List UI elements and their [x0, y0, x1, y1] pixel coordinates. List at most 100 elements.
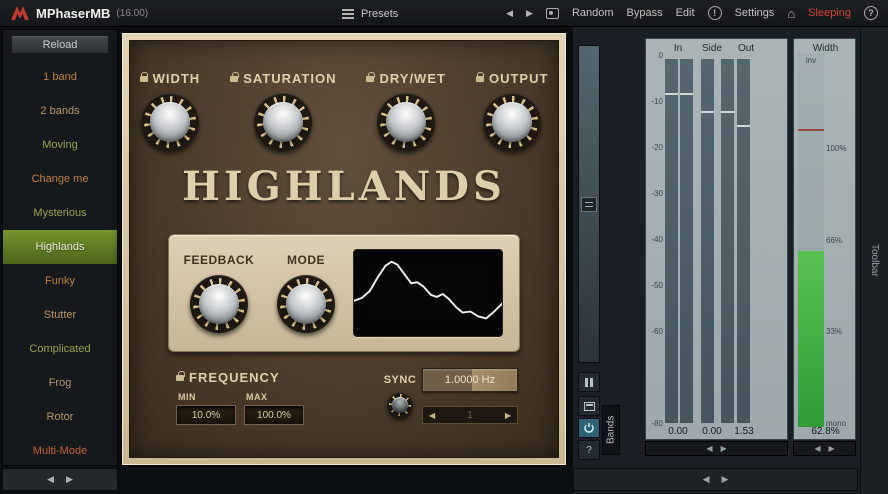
- brand[interactable]: MPhaserMB (16.00): [10, 5, 148, 21]
- next-preset-button[interactable]: ▶: [526, 8, 533, 19]
- preset-item-frog[interactable]: Frog: [3, 366, 117, 400]
- lock-icon[interactable]: [176, 375, 184, 381]
- max-label: MAX: [246, 392, 304, 402]
- preset-item-stutter[interactable]: Stutter: [3, 298, 117, 332]
- melda-logo-icon: [10, 5, 30, 21]
- scale-label: -50: [646, 282, 663, 290]
- pager-right-icon[interactable]: ▶: [722, 474, 729, 485]
- popup-window-button[interactable]: [578, 396, 600, 416]
- output-knob[interactable]: [483, 93, 541, 151]
- preset-item-2-bands[interactable]: 2 bands: [3, 94, 117, 128]
- scale-label: -40: [646, 236, 663, 244]
- peak-marker: [701, 111, 714, 113]
- preset-image-icon[interactable]: [546, 8, 559, 19]
- preset-item-multi-mode[interactable]: Multi-Mode: [3, 434, 117, 468]
- out-header: Out: [728, 43, 764, 54]
- mode-knob-label: MODE: [287, 253, 325, 267]
- preset-item-moving[interactable]: Moving: [3, 128, 117, 162]
- width-scrollbar[interactable]: ◀ ▶: [793, 441, 856, 456]
- lock-icon[interactable]: [230, 76, 238, 82]
- meter-help-button[interactable]: ?: [578, 440, 600, 460]
- bypass-button[interactable]: Bypass: [627, 7, 663, 19]
- frequency-max-value[interactable]: 100.0%: [244, 405, 304, 425]
- preset-item-complicated[interactable]: Complicated: [3, 332, 117, 366]
- width-knob-label: WIDTH: [153, 71, 201, 86]
- preset-item-highlands[interactable]: Highlands: [3, 230, 117, 264]
- peak-marker: [665, 93, 678, 95]
- mode-knob[interactable]: [277, 275, 335, 333]
- out-right-meter: [737, 59, 750, 423]
- app-title: MPhaserMB: [36, 6, 110, 21]
- pause-button[interactable]: [578, 372, 600, 392]
- random-button[interactable]: Random: [572, 7, 614, 19]
- previous-preset-button[interactable]: ◀: [506, 8, 513, 19]
- pager-right-icon[interactable]: ▶: [66, 474, 73, 485]
- info-icon[interactable]: !: [708, 6, 722, 20]
- scroll-right-icon[interactable]: ▶: [829, 444, 835, 453]
- frequency-min-value[interactable]: 10.0%: [176, 405, 236, 425]
- panel-pager[interactable]: ◀ ▶: [573, 468, 858, 491]
- width-knob-group: WIDTH: [140, 71, 201, 151]
- meter-scrollbar[interactable]: ◀ ▶: [645, 441, 788, 456]
- preset-item-mysterious[interactable]: Mysterious: [3, 196, 117, 230]
- sync-knob[interactable]: [387, 392, 413, 418]
- bands-tab[interactable]: Bands: [602, 405, 620, 455]
- level-meters: In Side Out 0 -10 -20 -30 -40 -50 -60 -8…: [645, 38, 788, 440]
- scroll-right-icon[interactable]: ▶: [721, 444, 727, 453]
- lock-icon[interactable]: [476, 76, 484, 82]
- min-label: MIN: [178, 392, 236, 402]
- edit-button[interactable]: Edit: [676, 7, 695, 19]
- feedback-knob[interactable]: [190, 275, 248, 333]
- width-readout: 62.8%: [794, 426, 857, 437]
- power-button[interactable]: [578, 418, 600, 438]
- settings-button[interactable]: Settings: [735, 7, 775, 19]
- display-mode-icon[interactable]: [581, 197, 597, 212]
- width-meter-bar: [798, 53, 824, 427]
- sidebar-pager[interactable]: ◀ ▶: [2, 468, 118, 491]
- drywet-knob-group: DRY/WET: [366, 71, 445, 151]
- scale-label: -60: [646, 328, 663, 336]
- menu-icon: [342, 9, 354, 19]
- toolbar-tab[interactable]: Toolbar: [860, 27, 888, 494]
- pause-icon: [585, 378, 593, 387]
- sleeping-status[interactable]: Sleeping: [808, 7, 851, 19]
- pager-left-icon[interactable]: ◀: [47, 474, 54, 485]
- out-readout: 1.53: [724, 426, 764, 437]
- band-editor-panel: WIDTH SATURATION DRY/WET OUTPUT HIGHLAND…: [121, 32, 567, 466]
- reload-button[interactable]: Reload: [11, 35, 109, 54]
- peak-marker: [737, 125, 750, 127]
- frequency-min-group: MIN 10.0%: [176, 392, 236, 425]
- saturation-knob[interactable]: [254, 93, 312, 151]
- power-icon: [583, 422, 595, 434]
- width-knob[interactable]: [141, 93, 199, 151]
- preset-item-funky[interactable]: Funky: [3, 264, 117, 298]
- shape-display[interactable]: [353, 249, 503, 337]
- window-icon: [584, 402, 595, 411]
- frequency-value-box[interactable]: 1.0000 Hz: [422, 368, 518, 392]
- lock-icon[interactable]: [140, 76, 148, 82]
- home-icon[interactable]: ⌂: [787, 6, 795, 21]
- width-scale-label: 33%: [826, 328, 855, 336]
- app-version: (16.00): [116, 8, 148, 19]
- frequency-stepper[interactable]: ◀ 1 ▶: [422, 406, 518, 424]
- stepper-right-icon[interactable]: ▶: [505, 411, 511, 420]
- preset-item-1-band[interactable]: 1 band: [3, 60, 117, 94]
- preset-list: 1 band2 bandsMovingChange meMysteriousHi…: [3, 60, 117, 468]
- peak-marker: [680, 93, 693, 95]
- scale-label: -30: [646, 190, 663, 198]
- in-right-meter: [680, 59, 693, 423]
- lock-icon[interactable]: [366, 76, 374, 82]
- help-icon[interactable]: ?: [864, 6, 878, 20]
- mode-knob-group: MODE: [271, 253, 341, 333]
- preset-item-rotor[interactable]: Rotor: [3, 400, 117, 434]
- presets-label: Presets: [361, 8, 398, 20]
- in-header: In: [660, 43, 696, 54]
- scroll-left-icon[interactable]: ◀: [706, 444, 712, 453]
- presets-button[interactable]: Presets: [342, 0, 398, 27]
- scroll-left-icon[interactable]: ◀: [814, 444, 820, 453]
- pager-left-icon[interactable]: ◀: [703, 474, 710, 485]
- drywet-knob[interactable]: [377, 93, 435, 151]
- preset-item-change-me[interactable]: Change me: [3, 162, 117, 196]
- frequency-max-group: MAX 100.0%: [244, 392, 304, 425]
- saturation-knob-label: SATURATION: [243, 71, 336, 86]
